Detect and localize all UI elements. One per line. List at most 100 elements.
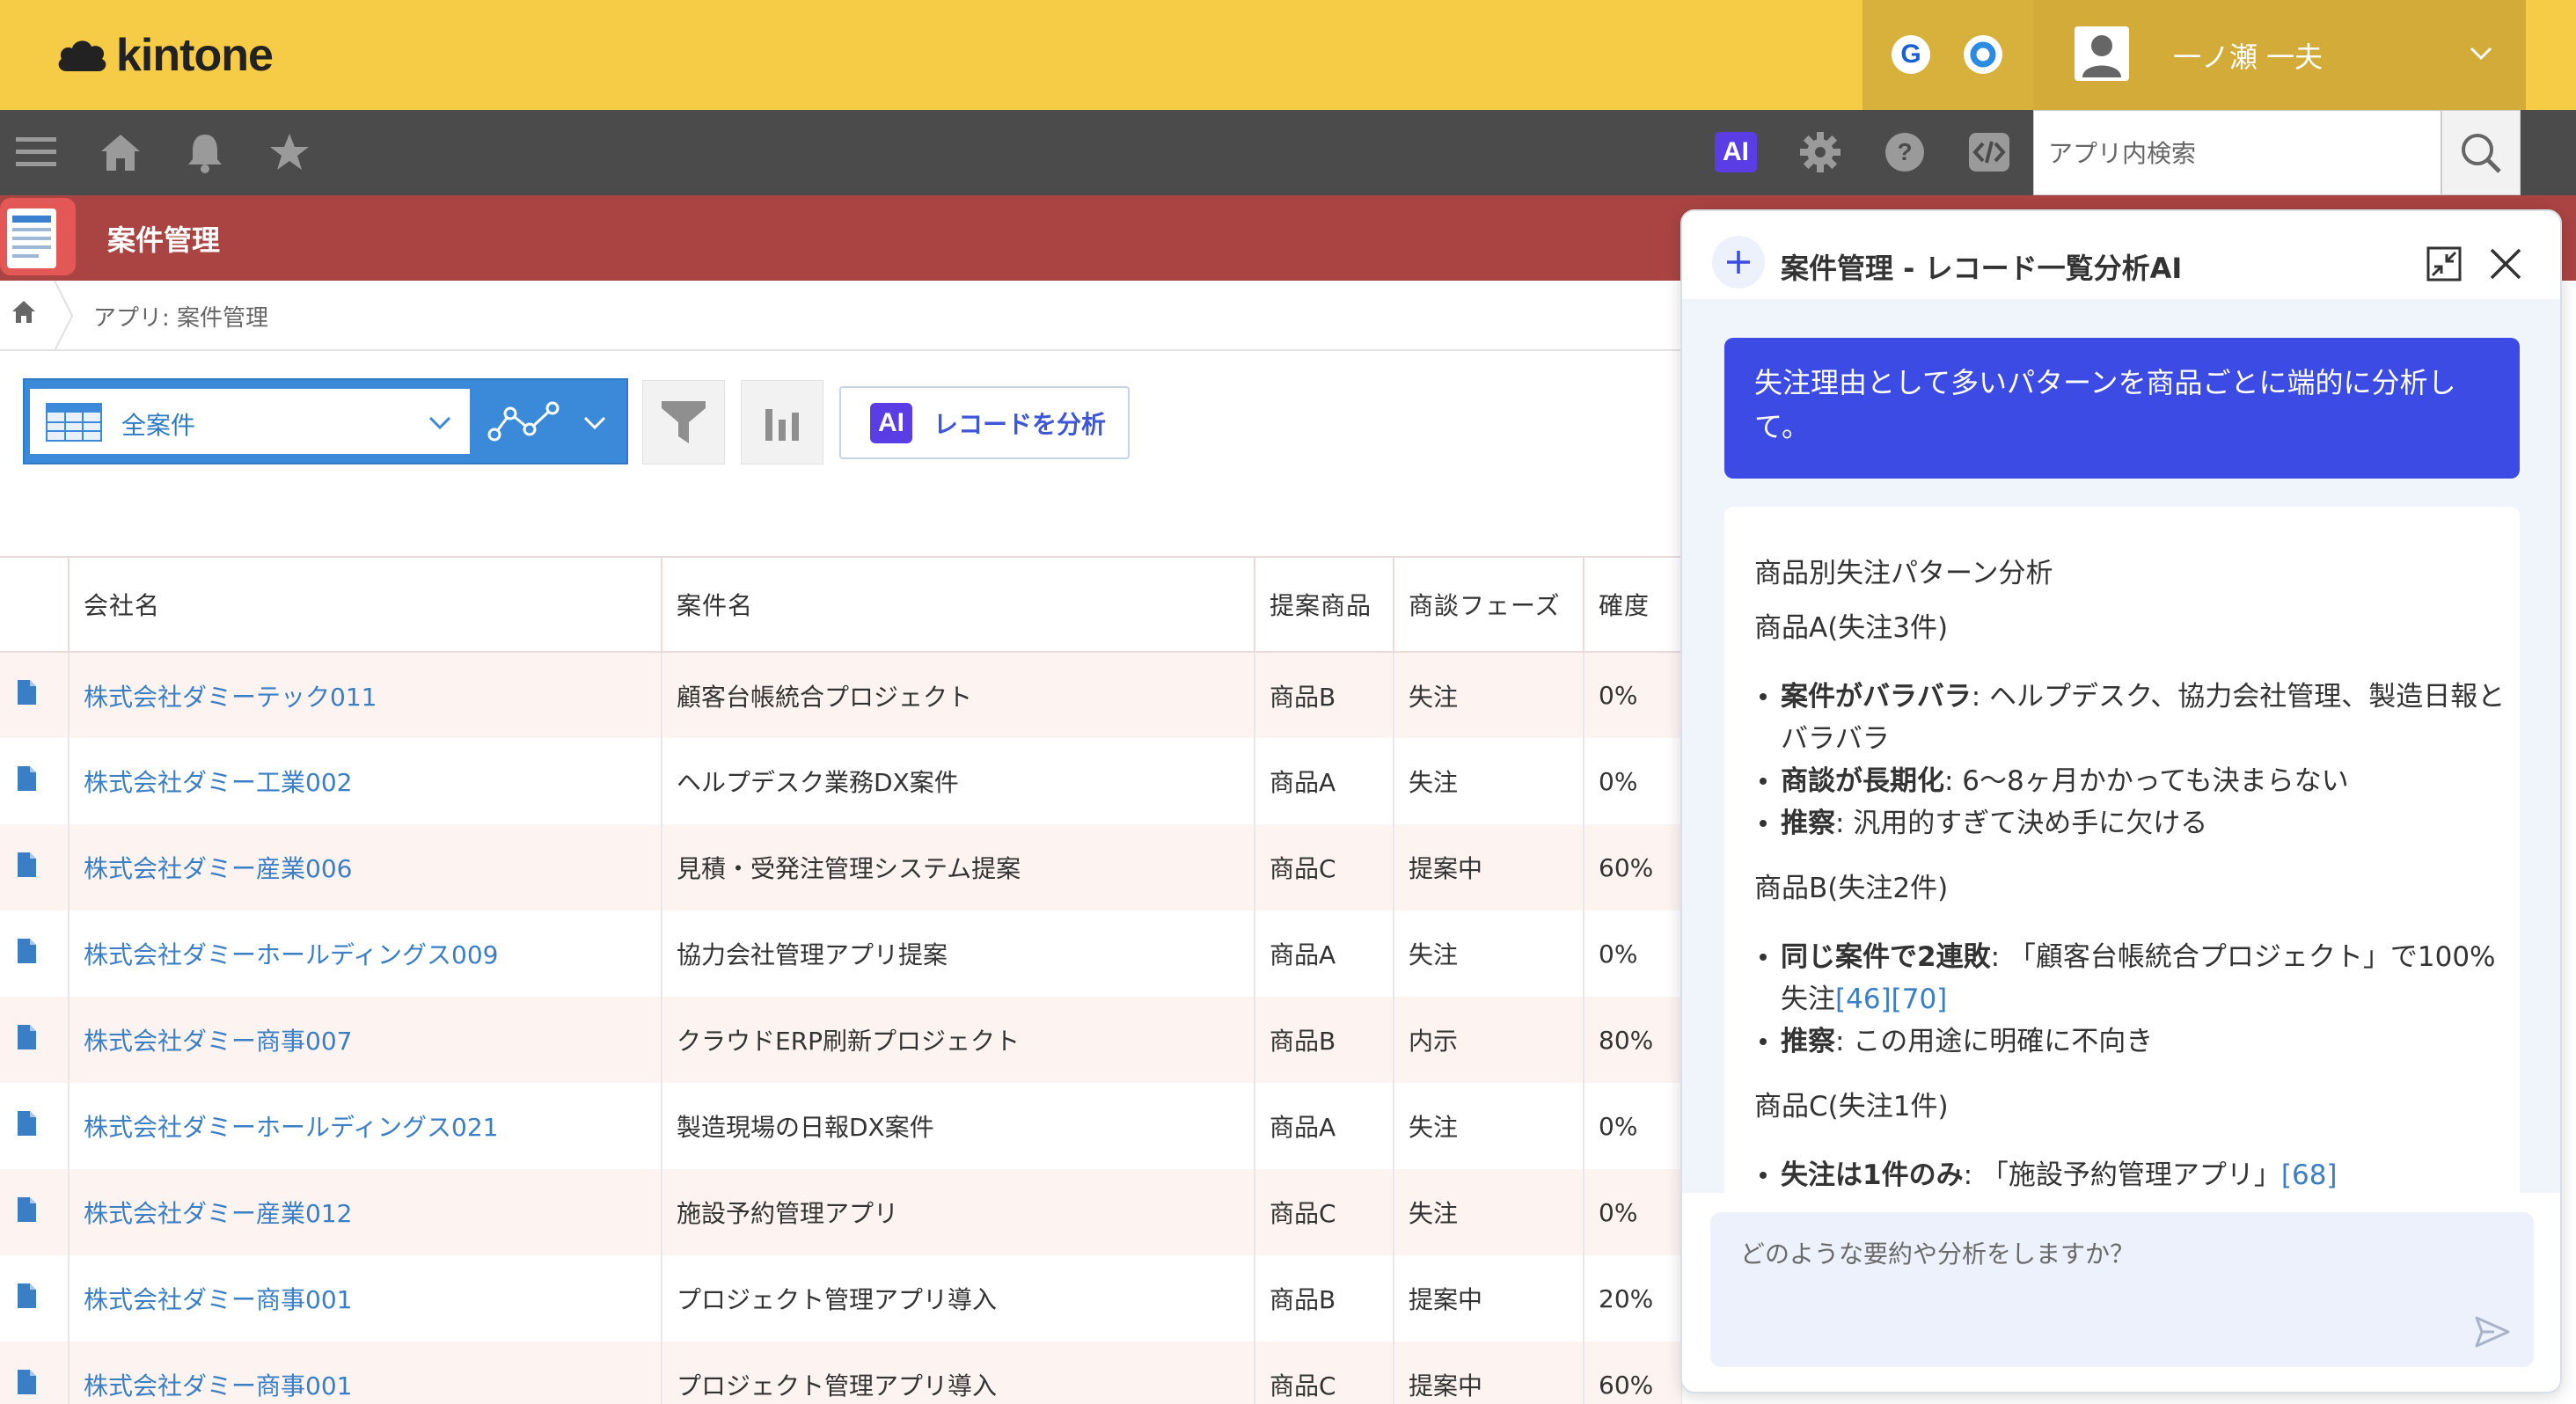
app-search-box: [2033, 110, 2441, 195]
record-detail-link[interactable]: [0, 824, 70, 910]
list-item: 推察: この用途に明確に不向き: [1754, 1020, 2511, 1063]
search-button[interactable]: [2441, 110, 2521, 195]
ai-input-area: [1682, 1193, 2560, 1392]
citation-link[interactable]: [46]: [1835, 984, 1892, 1015]
list-item: 推察: 汎用的すぎて決め手に欠ける: [1754, 802, 2511, 845]
bar-chart-icon: [765, 409, 799, 441]
table-row: 株式会社ダミーホールディングス009 協力会社管理アプリ提案 商品A 失注 0%: [0, 910, 1682, 997]
item-text: : 汎用的すぎて決め手に欠ける: [1835, 808, 2208, 839]
new-chat-button[interactable]: [1712, 236, 1765, 289]
kintone-logo[interactable]: kintone: [55, 25, 274, 86]
company-cell[interactable]: 株式会社ダミー産業006: [69, 824, 662, 910]
col-header-deal[interactable]: 案件名: [662, 556, 1255, 653]
app-icon[interactable]: [0, 198, 76, 275]
ring-icon: [1970, 41, 1996, 68]
deal-cell: プロジェクト管理アプリ導入: [662, 1255, 1255, 1342]
view-select-dropdown[interactable]: 全案件: [30, 389, 470, 454]
section-title: 商品C(失注1件): [1754, 1091, 1949, 1122]
user-name[interactable]: 一ノ瀬 一夫: [2173, 35, 2323, 76]
list-item: 案件がバラバラ: ヘルプデスク、協力会社管理、製造日報とバラバラ: [1754, 676, 2511, 760]
avatar[interactable]: [2075, 26, 2129, 81]
section-list: 同じ案件で2連敗: 「顧客台帳統合プロジェクト」で100%失注[46][70] …: [1754, 936, 2511, 1063]
deal-cell: 協力会社管理アプリ提案: [662, 910, 1255, 997]
analyze-records-button[interactable]: AI レコードを分析: [839, 386, 1130, 459]
record-detail-link[interactable]: [0, 1342, 70, 1404]
breadcrumb: アプリ: 案件管理: [0, 281, 1682, 351]
citation-link[interactable]: [68]: [2281, 1159, 2338, 1191]
home-icon[interactable]: [11, 298, 37, 325]
company-cell[interactable]: 株式会社ダミー工業002: [69, 738, 662, 824]
probability-cell: 0%: [1584, 738, 1682, 824]
plus-icon: [1727, 251, 1750, 274]
section-title: 商品A(失注3件): [1754, 612, 1949, 644]
company-cell[interactable]: 株式会社ダミー商事007: [69, 997, 662, 1083]
ai-analysis-panel: 案件管理 - レコード一覧分析AI 失注理由として多いパターンを商品ごとに端的に…: [1680, 209, 2562, 1393]
col-header-phase[interactable]: 商談フェーズ: [1394, 556, 1584, 653]
record-detail-link[interactable]: [0, 652, 70, 738]
record-detail-link[interactable]: [0, 1255, 70, 1342]
company-cell[interactable]: 株式会社ダミー産業012: [69, 1169, 662, 1255]
breadcrumb-app-link[interactable]: アプリ: 案件管理: [93, 300, 268, 333]
help-icon[interactable]: ?: [1881, 128, 1928, 176]
minimize-panel-button[interactable]: [2423, 243, 2465, 285]
deal-cell: プロジェクト管理アプリ導入: [662, 1342, 1255, 1404]
company-cell[interactable]: 株式会社ダミーホールディングス021: [69, 1083, 662, 1169]
ring-extension-icon[interactable]: [1964, 35, 2002, 74]
probability-cell: 60%: [1584, 1342, 1682, 1404]
table-row: 株式会社ダミー工業002 ヘルプデスク業務DX案件 商品A 失注 0%: [0, 738, 1682, 824]
gear-icon[interactable]: [1797, 128, 1844, 176]
phase-cell: 失注: [1394, 910, 1584, 997]
citation-link[interactable]: [70]: [1892, 984, 1948, 1015]
bell-icon[interactable]: [181, 128, 229, 176]
breadcrumb-separator: [54, 281, 74, 351]
chevron-down-icon[interactable]: [2468, 40, 2494, 66]
item-bold: 推察: [1781, 808, 1835, 839]
probability-cell: 20%: [1584, 1255, 1682, 1342]
chevron-down-icon: [583, 416, 606, 430]
phase-cell: 失注: [1394, 1169, 1584, 1255]
table-row: 株式会社ダミーホールディングス021 製造現場の日報DX案件 商品A 失注 0%: [0, 1083, 1682, 1169]
company-cell[interactable]: 株式会社ダミーテック011: [69, 652, 662, 738]
app-search-input[interactable]: [2048, 135, 2418, 171]
document-icon: [18, 1024, 36, 1049]
item-text: : 「施設予約管理アプリ」: [1963, 1159, 2281, 1191]
code-icon[interactable]: [1965, 128, 2013, 176]
google-extension-icon[interactable]: G: [1892, 35, 1930, 74]
record-detail-link[interactable]: [0, 1169, 70, 1255]
record-detail-link[interactable]: [0, 738, 70, 824]
item-bold: 同じ案件で2連敗: [1781, 941, 1991, 973]
home-icon[interactable]: [97, 128, 144, 176]
star-icon[interactable]: [266, 128, 313, 176]
company-cell[interactable]: 株式会社ダミー商事001: [69, 1342, 662, 1404]
table-row: 株式会社ダミー商事001 プロジェクト管理アプリ導入 商品C 提案中 60%: [0, 1342, 1682, 1404]
col-header-probability[interactable]: 確度: [1584, 556, 1682, 653]
product-cell: 商品A: [1255, 738, 1394, 824]
table-row: 株式会社ダミー産業012 施設予約管理アプリ 商品C 失注 0%: [0, 1169, 1682, 1255]
logo-text: kintone: [116, 30, 274, 81]
graph-button[interactable]: [741, 380, 823, 464]
record-detail-link[interactable]: [0, 997, 70, 1083]
graph-select-dropdown[interactable]: [473, 389, 625, 454]
collapse-icon: [2426, 246, 2462, 282]
product-cell: 商品A: [1255, 910, 1394, 997]
analyze-records-label: レコードを分析: [933, 409, 1107, 439]
ai-prompt-input[interactable]: [1710, 1212, 2534, 1367]
close-panel-button[interactable]: [2485, 243, 2527, 285]
company-cell[interactable]: 株式会社ダミーホールディングス009: [69, 910, 662, 997]
document-icon: [18, 852, 36, 877]
col-header-icon: [0, 556, 70, 653]
company-cell[interactable]: 株式会社ダミー商事001: [69, 1255, 662, 1342]
product-cell: 商品C: [1255, 1342, 1394, 1404]
deal-cell: 施設予約管理アプリ: [662, 1169, 1255, 1255]
col-header-product[interactable]: 提案商品: [1255, 556, 1394, 653]
menu-icon[interactable]: [12, 128, 60, 176]
product-cell: 商品B: [1255, 1255, 1394, 1342]
filter-button[interactable]: [642, 380, 725, 464]
send-icon[interactable]: [2473, 1313, 2512, 1351]
filter-icon: [662, 401, 706, 443]
record-detail-link[interactable]: [0, 910, 70, 997]
document-icon: [18, 1283, 36, 1308]
record-detail-link[interactable]: [0, 1083, 70, 1169]
col-header-company[interactable]: 会社名: [69, 556, 662, 653]
ai-assistant-icon[interactable]: AI: [1712, 128, 1760, 176]
